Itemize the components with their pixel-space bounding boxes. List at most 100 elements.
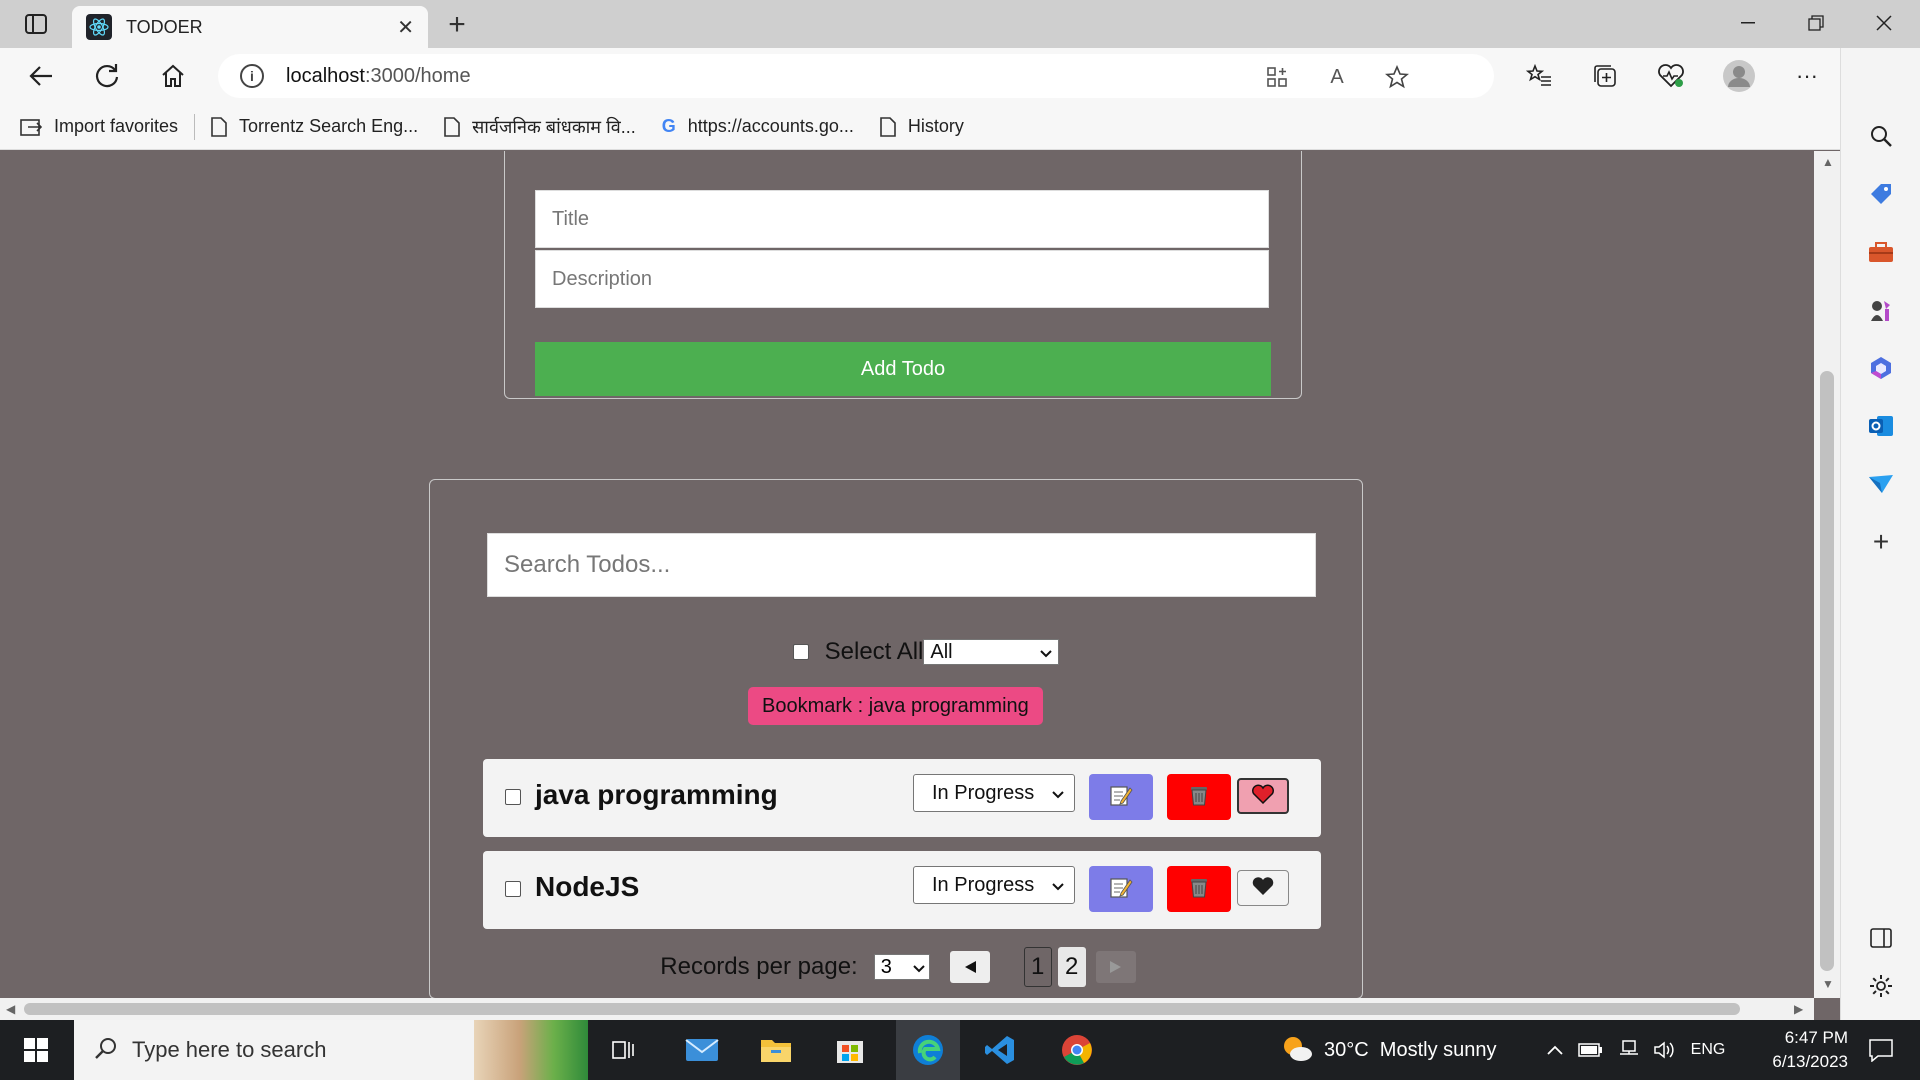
refresh-icon[interactable] <box>88 58 126 94</box>
browser-essentials-icon[interactable] <box>1652 58 1690 94</box>
collections-icon[interactable] <box>1586 58 1624 94</box>
favorite-button[interactable] <box>1237 870 1289 906</box>
edit-button[interactable] <box>1089 866 1153 912</box>
back-icon[interactable] <box>22 58 60 94</box>
page-2-button[interactable]: 2 <box>1057 947 1086 987</box>
delete-button[interactable] <box>1167 774 1231 820</box>
sidebar-settings-icon[interactable] <box>1861 966 1901 1006</box>
address-bar[interactable]: i localhost:3000/home A <box>218 54 1494 98</box>
scroll-left-icon[interactable]: ◀ <box>6 1002 15 1016</box>
select-all-checkbox[interactable] <box>792 644 809 660</box>
vertical-scrollbar[interactable]: ▲ ▼ <box>1814 151 1840 998</box>
bookmark-history[interactable]: History <box>880 116 964 137</box>
todo-status-select[interactable]: In Progress <box>913 866 1075 904</box>
add-todo-button[interactable]: Add Todo <box>535 342 1271 396</box>
favorite-star-icon[interactable] <box>1384 64 1410 90</box>
windows-start-icon[interactable] <box>14 1020 58 1080</box>
close-window-icon[interactable] <box>1854 0 1914 46</box>
favorites-divider <box>194 113 196 140</box>
read-aloud-icon[interactable]: A <box>1324 64 1350 90</box>
url-host: localhost <box>286 64 365 87</box>
favorites-icon[interactable] <box>1520 58 1558 94</box>
next-page-button[interactable] <box>1095 951 1136 983</box>
horizontal-scroll-thumb[interactable] <box>24 1003 1740 1015</box>
more-options-icon[interactable]: ··· <box>1788 58 1826 94</box>
system-clock[interactable]: 6:47 PM 6/13/2023 <box>1728 1026 1848 1074</box>
microsoft-store-icon[interactable] <box>830 1020 870 1080</box>
chevron-down-icon <box>1052 782 1064 805</box>
taskbar-search-box[interactable]: Type here to search <box>74 1020 588 1080</box>
profile-avatar-icon[interactable] <box>1720 58 1758 94</box>
scroll-up-icon[interactable]: ▲ <box>1822 155 1834 169</box>
bookmark-label: सार्वजनिक बांधकाम वि... <box>472 116 636 137</box>
description-input[interactable] <box>535 250 1269 308</box>
app-available-icon[interactable] <box>1264 64 1290 90</box>
tools-icon[interactable] <box>1861 232 1901 272</box>
favorites-bar: Import favorites Torrentz Search Eng... … <box>0 104 1840 150</box>
edit-button[interactable] <box>1089 774 1153 820</box>
scroll-down-icon[interactable]: ▼ <box>1822 977 1834 991</box>
bookmark-google-accounts[interactable]: G https://accounts.go... <box>662 116 854 137</box>
select-all-label: Select All <box>824 638 924 665</box>
memo-edit-icon <box>1109 875 1133 904</box>
close-tab-icon[interactable]: ✕ <box>397 15 414 40</box>
taskbar-search-placeholder: Type here to search <box>132 1037 327 1062</box>
drop-send-icon[interactable] <box>1861 464 1901 504</box>
search-highlight-illustration-icon <box>474 1020 588 1080</box>
notifications-icon[interactable] <box>1856 1020 1906 1080</box>
mail-icon[interactable] <box>680 1020 724 1080</box>
scroll-right-icon[interactable]: ▶ <box>1794 1002 1803 1016</box>
favorite-button[interactable] <box>1237 778 1289 814</box>
task-view-icon[interactable] <box>604 1020 644 1080</box>
new-tab-icon[interactable]: + <box>440 8 474 42</box>
delete-button[interactable] <box>1167 866 1231 912</box>
search-icon <box>94 1036 118 1065</box>
heart-icon <box>1251 784 1275 809</box>
trash-icon <box>1189 876 1209 903</box>
triangle-right-icon <box>1109 953 1123 981</box>
bookmark-import-favorites[interactable]: Import favorites <box>20 116 178 137</box>
title-input[interactable] <box>535 190 1269 248</box>
bookmark-torrentz[interactable]: Torrentz Search Eng... <box>211 116 418 137</box>
records-per-page-value: 3 <box>880 955 892 978</box>
tab-todoer[interactable]: TODOER ✕ <box>72 6 428 48</box>
tab-actions-icon[interactable] <box>18 11 54 37</box>
weather-widget[interactable]: 30°C Mostly sunny <box>1280 1020 1580 1080</box>
heart-icon <box>1251 876 1275 901</box>
todo-checkbox[interactable] <box>505 789 521 805</box>
vertical-scroll-thumb[interactable] <box>1820 371 1834 971</box>
battery-icon[interactable] <box>1576 1020 1606 1080</box>
network-icon[interactable] <box>1614 1020 1644 1080</box>
hide-sidebar-icon[interactable] <box>1861 918 1901 958</box>
file-explorer-icon[interactable] <box>756 1020 796 1080</box>
show-hidden-icons-icon[interactable] <box>1540 1020 1570 1080</box>
search-todos-input[interactable] <box>487 533 1316 597</box>
vscode-icon[interactable] <box>978 1020 1022 1080</box>
language-indicator[interactable]: ENG <box>1686 1020 1730 1080</box>
prev-page-button[interactable] <box>949 951 990 983</box>
microsoft-365-icon[interactable] <box>1861 348 1901 388</box>
home-icon[interactable] <box>154 58 192 94</box>
volume-icon[interactable] <box>1650 1020 1680 1080</box>
minimize-icon[interactable] <box>1718 0 1778 46</box>
outlook-icon[interactable] <box>1861 406 1901 446</box>
clock-date: 6/13/2023 <box>1772 1052 1848 1071</box>
horizontal-scrollbar[interactable]: ◀ ▶ <box>0 998 1814 1020</box>
bookmark-marathi-site[interactable]: सार्वजनिक बांधकाम वि... <box>444 115 636 139</box>
status-filter-select[interactable]: All <box>923 639 1060 665</box>
records-per-page-select[interactable]: 3 <box>873 954 930 980</box>
restore-icon[interactable] <box>1786 0 1846 46</box>
bookmark-badge[interactable]: Bookmark : java programming <box>748 687 1043 725</box>
todo-status-select[interactable]: In Progress <box>913 774 1075 812</box>
add-sidebar-app-icon[interactable]: + <box>1861 522 1901 562</box>
triangle-left-icon <box>963 953 977 981</box>
shopping-tag-icon[interactable] <box>1861 174 1901 214</box>
language-text: ENG <box>1690 1041 1726 1058</box>
page-1-button[interactable]: 1 <box>1023 947 1052 987</box>
chrome-icon[interactable] <box>1052 1020 1102 1080</box>
games-icon[interactable] <box>1861 290 1901 330</box>
todo-checkbox[interactable] <box>505 881 521 897</box>
search-icon[interactable] <box>1861 116 1901 156</box>
site-info-icon[interactable]: i <box>240 64 264 88</box>
edge-taskbar-icon[interactable] <box>896 1020 960 1080</box>
